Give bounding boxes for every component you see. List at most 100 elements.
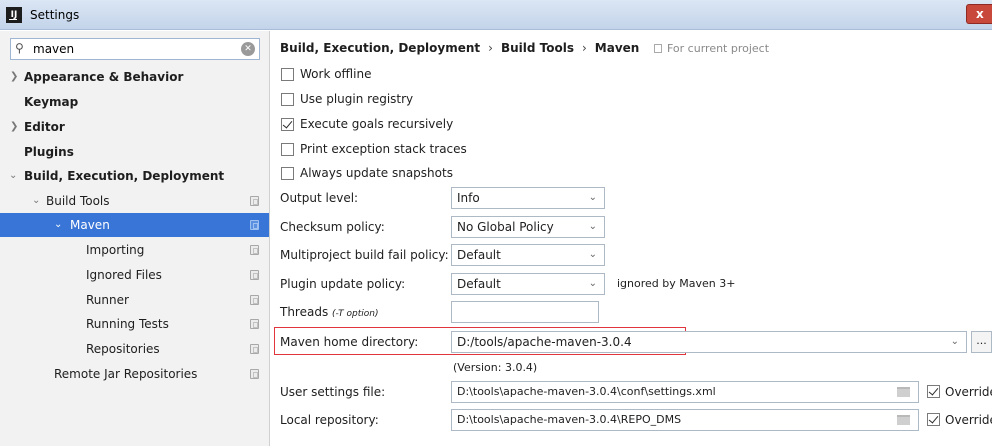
always-update-snapshots-checkbox[interactable] xyxy=(281,167,294,180)
use-plugin-registry-label[interactable]: Use plugin registry xyxy=(300,90,413,108)
multiproject-fail-policy-select[interactable]: Default ⌄ xyxy=(451,244,605,266)
project-scope-icon xyxy=(250,344,259,354)
maven-version-label: (Version: 3.0.4) xyxy=(453,361,538,374)
maven-home-label: Maven home directory: xyxy=(280,335,419,349)
sidebar-item-importing[interactable]: Importing xyxy=(0,238,269,262)
title-bar: IJ Settings x xyxy=(0,0,992,30)
local-repository-input[interactable]: D:\tools\apache-maven-3.0.4\REPO_DMS xyxy=(451,409,919,431)
sidebar-item-keymap[interactable]: Keymap xyxy=(0,90,269,114)
print-exception-stack-traces-checkbox[interactable] xyxy=(281,143,294,156)
sidebar-item-label: Ignored Files xyxy=(86,268,162,282)
chevron-down-icon: ⌄ xyxy=(588,278,597,289)
sidebar-item-label: Importing xyxy=(86,243,145,257)
sidebar-item-label: Running Tests xyxy=(86,317,169,331)
sidebar-item-label: Remote Jar Repositories xyxy=(54,367,198,381)
sidebar-item-editor[interactable]: ❯ Editor xyxy=(0,115,269,139)
user-settings-value: D:\tools\apache-maven-3.0.4\conf\setting… xyxy=(457,385,716,398)
execute-goals-recursively-checkbox[interactable] xyxy=(281,118,294,131)
sidebar-item-build-tools[interactable]: ⌄ Build Tools xyxy=(0,189,269,213)
project-scope-icon xyxy=(250,245,259,255)
window-title: Settings xyxy=(30,8,80,22)
search-input[interactable] xyxy=(33,41,233,57)
sidebar-item-build-execution-deployment[interactable]: ⌄ Build, Execution, Deployment xyxy=(0,164,269,188)
threads-option-note: (-T option) xyxy=(332,309,379,319)
project-scope-icon xyxy=(250,295,259,305)
maven-settings-panel: Build, Execution, Deployment › Build Tools… xyxy=(271,31,992,446)
checksum-policy-label: Checksum policy: xyxy=(280,220,385,234)
chevron-down-icon[interactable]: ⌄ xyxy=(54,213,62,237)
sidebar-item-label: Maven xyxy=(70,218,110,232)
user-settings-input[interactable]: D:\tools\apache-maven-3.0.4\conf\setting… xyxy=(451,381,919,403)
close-button[interactable]: x xyxy=(966,4,992,24)
execute-goals-recursively-label[interactable]: Execute goals recursively xyxy=(300,115,453,133)
local-repository-override-label[interactable]: Override xyxy=(945,409,992,431)
sidebar-item-ignored-files[interactable]: Ignored Files xyxy=(0,263,269,287)
sidebar-item-runner[interactable]: Runner xyxy=(0,288,269,312)
chevron-down-icon: ⌄ xyxy=(950,336,959,347)
browse-maven-home-button[interactable]: ... xyxy=(971,331,992,353)
sidebar-item-maven[interactable]: ⌄ Maven xyxy=(0,213,269,237)
sidebar-item-label: Repositories xyxy=(86,342,160,356)
user-settings-override-label[interactable]: Override xyxy=(945,381,992,403)
always-update-snapshots-label[interactable]: Always update snapshots xyxy=(300,164,453,182)
sidebar-item-appearance-behavior[interactable]: ❯ Appearance & Behavior xyxy=(0,65,269,89)
breadcrumb-separator: › xyxy=(581,41,587,55)
sidebar-item-label: Plugins xyxy=(24,145,74,159)
multiproject-fail-policy-label: Multiproject build fail policy: xyxy=(280,248,449,262)
chevron-down-icon: ⌄ xyxy=(588,221,597,232)
sidebar-item-plugins[interactable]: Plugins xyxy=(0,140,269,164)
project-scope-icon xyxy=(250,196,259,206)
project-scope-icon xyxy=(250,369,259,379)
output-level-label: Output level: xyxy=(280,191,359,205)
user-settings-label: User settings file: xyxy=(280,385,386,399)
sidebar-item-label: Build Tools xyxy=(46,194,110,208)
search-icon: ⚲ xyxy=(15,41,24,55)
folder-icon[interactable] xyxy=(897,387,910,397)
sidebar-item-label: Build, Execution, Deployment xyxy=(24,169,225,183)
intellij-logo-icon: IJ xyxy=(6,7,22,23)
multiproject-fail-policy-value: Default xyxy=(457,248,501,262)
breadcrumb-item: Maven xyxy=(594,41,640,55)
project-scope-icon xyxy=(250,319,259,329)
plugin-update-policy-label: Plugin update policy: xyxy=(280,277,406,291)
local-repository-override-checkbox[interactable] xyxy=(927,413,940,426)
checksum-policy-value: No Global Policy xyxy=(457,220,554,234)
chevron-down-icon[interactable]: ⌄ xyxy=(9,164,17,188)
chevron-down-icon: ⌄ xyxy=(588,192,597,203)
sidebar-item-label: Appearance & Behavior xyxy=(24,70,184,84)
maven-home-select[interactable]: D:/tools/apache-maven-3.0.4 ⌄ xyxy=(451,331,967,353)
threads-label: Threads (-T option) xyxy=(280,301,378,325)
project-scope-icon xyxy=(654,44,662,53)
plugin-update-policy-select[interactable]: Default ⌄ xyxy=(451,273,605,295)
chevron-right-icon[interactable]: ❯ xyxy=(10,65,18,89)
user-settings-override-checkbox[interactable] xyxy=(927,385,940,398)
work-offline-label[interactable]: Work offline xyxy=(300,65,371,83)
maven-home-value: D:/tools/apache-maven-3.0.4 xyxy=(457,335,632,349)
print-exception-stack-traces-label[interactable]: Print exception stack traces xyxy=(300,140,467,158)
threads-input[interactable] xyxy=(451,301,599,323)
sidebar-item-running-tests[interactable]: Running Tests xyxy=(0,312,269,336)
checksum-policy-select[interactable]: No Global Policy ⌄ xyxy=(451,216,605,238)
local-repository-label: Local repository: xyxy=(280,413,379,427)
breadcrumb-item: Build, Execution, Deployment xyxy=(280,41,481,55)
clear-search-icon[interactable]: ✕ xyxy=(241,42,255,56)
output-level-select[interactable]: Info ⌄ xyxy=(451,187,605,209)
sidebar-item-repositories[interactable]: Repositories xyxy=(0,337,269,361)
scope-note-text: For current project xyxy=(667,42,770,55)
settings-search[interactable]: ⚲ ✕ xyxy=(10,38,260,60)
plugin-update-policy-value: Default xyxy=(457,277,501,291)
folder-icon[interactable] xyxy=(897,415,910,425)
chevron-right-icon[interactable]: ❯ xyxy=(10,115,18,139)
work-offline-checkbox[interactable] xyxy=(281,68,294,81)
plugin-update-policy-hint: ignored by Maven 3+ xyxy=(617,277,736,290)
breadcrumb-separator: › xyxy=(488,41,493,55)
settings-sidebar: ⚲ ✕ ❯ Appearance & Behavior Keymap ❯ Edi… xyxy=(0,31,270,446)
output-level-value: Info xyxy=(457,191,480,205)
project-scope-icon xyxy=(250,270,259,280)
project-scope-icon xyxy=(250,220,259,230)
chevron-down-icon: ⌄ xyxy=(588,249,597,260)
sidebar-item-remote-jar-repositories[interactable]: Remote Jar Repositories xyxy=(0,362,269,386)
chevron-down-icon[interactable]: ⌄ xyxy=(32,189,40,213)
breadcrumb-item: Build Tools xyxy=(500,41,574,55)
use-plugin-registry-checkbox[interactable] xyxy=(281,93,294,106)
